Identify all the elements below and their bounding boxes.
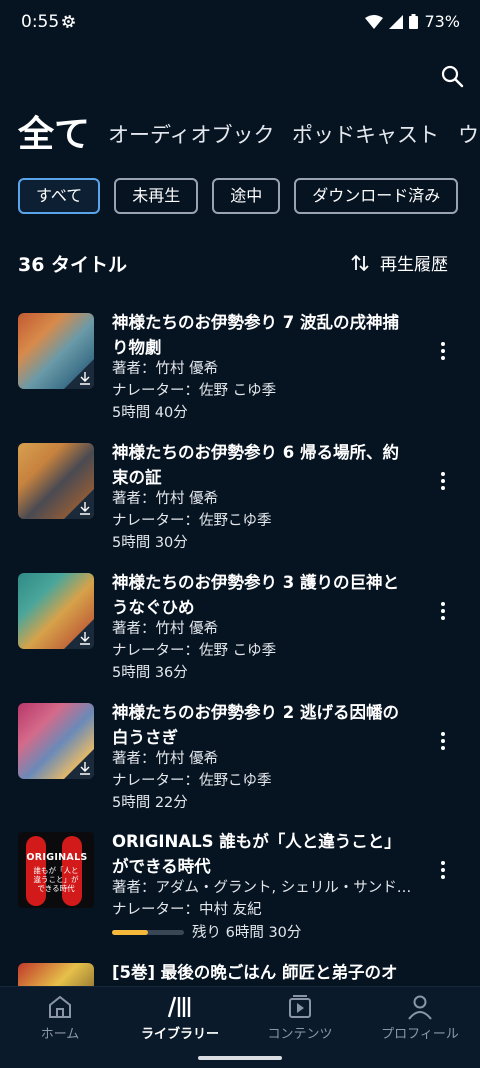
tab-all[interactable]: 全て (18, 110, 90, 160)
status-bar: 0:55 73% (0, 0, 480, 46)
filter-all-chip[interactable]: すべて (18, 178, 101, 214)
battery-percent: 73% (424, 12, 460, 31)
book-cover (18, 313, 94, 389)
book-author: 著者：竹村 優希 (112, 751, 219, 767)
more-options-icon[interactable] (434, 599, 452, 623)
nav-profile[interactable]: プロフィール (360, 987, 480, 1047)
filter-chips: すべて 未再生 途中 ダウンロード済み (18, 178, 459, 214)
book-narrator: ナレーター：佐野 こゆ季 (112, 643, 277, 659)
category-tabs: 全て オーディオブック ポッドキャスト ウ (0, 110, 480, 160)
cover-subtitle: 誰もが「人と違うこと」ができる時代 (33, 866, 79, 893)
nav-content[interactable]: コンテンツ (240, 987, 360, 1047)
list-item[interactable]: [5巻] 最後の晩ごはん 師匠と弟子のオム (0, 960, 480, 986)
battery-icon (409, 14, 419, 29)
book-duration: 5時間 30分 (112, 535, 188, 551)
list-item[interactable]: ORIGINALS 誰もが「人と違うこと」ができる時代 ORIGINALS 誰も… (0, 829, 480, 947)
download-icon (64, 619, 94, 649)
book-title: [5巻] 最後の晩ごはん 師匠と弟子のオム (112, 963, 398, 982)
book-author: 著者：竹村 優希 (112, 491, 219, 507)
book-title: 神様たちのお伊勢参り 7 波乱の戌神捕り物劇 (112, 313, 399, 357)
search-icon[interactable] (440, 64, 464, 88)
nav-library-label: ライブラリー (140, 1027, 219, 1042)
signal-icon (389, 14, 404, 29)
list-item[interactable]: 神様たちのお伊勢参り 7 波乱の戌神捕り物劇 著者：竹村 優希 ナレーター：佐野… (0, 310, 480, 428)
listening-progress-bar (112, 930, 184, 935)
book-title: 神様たちのお伊勢参り 2 逃げる因幡の白うさぎ (112, 703, 399, 747)
nav-profile-label: プロフィール (381, 1027, 459, 1042)
list-item[interactable]: 神様たちのお伊勢参り 3 護りの巨神とうなぐひめ 著者：竹村 優希 ナレーター：… (0, 570, 480, 688)
more-options-icon[interactable] (434, 469, 452, 493)
book-narrator: ナレーター：佐野こゆ季 (112, 513, 272, 529)
gesture-home-indicator[interactable] (198, 1056, 282, 1060)
nav-content-label: コンテンツ (267, 1027, 333, 1042)
book-cover (18, 573, 94, 649)
filter-downloaded-chip[interactable]: ダウンロード済み (294, 178, 459, 214)
nav-library[interactable]: ライブラリー (120, 987, 240, 1047)
tab-audiobook[interactable]: オーディオブック (108, 110, 275, 160)
tab-podcast[interactable]: ポッドキャスト (292, 110, 439, 160)
title-count: 36 タイトル (18, 254, 128, 276)
book-duration: 5時間 36分 (112, 665, 188, 681)
list-item[interactable]: 神様たちのお伊勢参り 6 帰る場所、約束の証 著者：竹村 優希 ナレーター：佐野… (0, 440, 480, 558)
sort-button[interactable]: 再生履歴 (350, 250, 448, 275)
book-title: 神様たちのお伊勢参り 6 帰る場所、約束の証 (112, 443, 399, 487)
status-right: 73% (365, 12, 460, 31)
book-author: 著者：アダム・グラント, シェリル・サンドバ… (112, 880, 422, 896)
status-time: 0:55 (21, 12, 60, 32)
book-duration: 5時間 22分 (112, 795, 188, 811)
time-remaining: 残り 6時間 30分 (192, 925, 302, 941)
home-icon (49, 995, 71, 1018)
nav-home[interactable]: ホーム (0, 987, 120, 1047)
profile-icon (408, 995, 432, 1020)
download-icon (64, 749, 94, 779)
nav-home-label: ホーム (40, 1027, 80, 1042)
book-author: 著者：竹村 優希 (112, 361, 219, 377)
more-options-icon[interactable] (434, 858, 452, 882)
gear-icon (62, 15, 75, 28)
more-options-icon[interactable] (434, 729, 452, 753)
book-cover (18, 443, 94, 519)
book-narrator: ナレーター：佐野こゆ季 (112, 773, 272, 789)
list-item[interactable]: 神様たちのお伊勢参り 2 逃げる因幡の白うさぎ 著者：竹村 優希 ナレーター：佐… (0, 700, 480, 818)
book-author: 著者：竹村 優希 (112, 621, 219, 637)
tab-next[interactable]: ウ (458, 110, 479, 160)
book-duration: 5時間 40分 (112, 405, 188, 421)
library-icon (167, 996, 191, 1018)
cover-title: ORIGINALS (26, 852, 88, 863)
book-title: ORIGINALS 誰もが「人と違うこと」ができる時代 (112, 832, 401, 876)
download-icon (64, 359, 94, 389)
filter-in-progress-chip[interactable]: 途中 (212, 178, 281, 214)
content-icon (289, 995, 311, 1018)
book-narrator: ナレーター：佐野 こゆ季 (112, 383, 277, 399)
book-narrator: ナレーター：中村 友紀 (112, 902, 262, 918)
sort-label: 再生履歴 (380, 255, 448, 275)
sort-icon (351, 254, 369, 271)
wifi-icon (365, 14, 384, 29)
more-options-icon[interactable] (434, 339, 452, 363)
book-cover (18, 963, 94, 986)
download-icon (64, 489, 94, 519)
book-cover (18, 703, 94, 779)
filter-unplayed-chip[interactable]: 未再生 (114, 178, 199, 214)
book-cover: ORIGINALS 誰もが「人と違うこと」ができる時代 (18, 832, 94, 908)
book-title: 神様たちのお伊勢参り 3 護りの巨神とうなぐひめ (112, 573, 399, 617)
